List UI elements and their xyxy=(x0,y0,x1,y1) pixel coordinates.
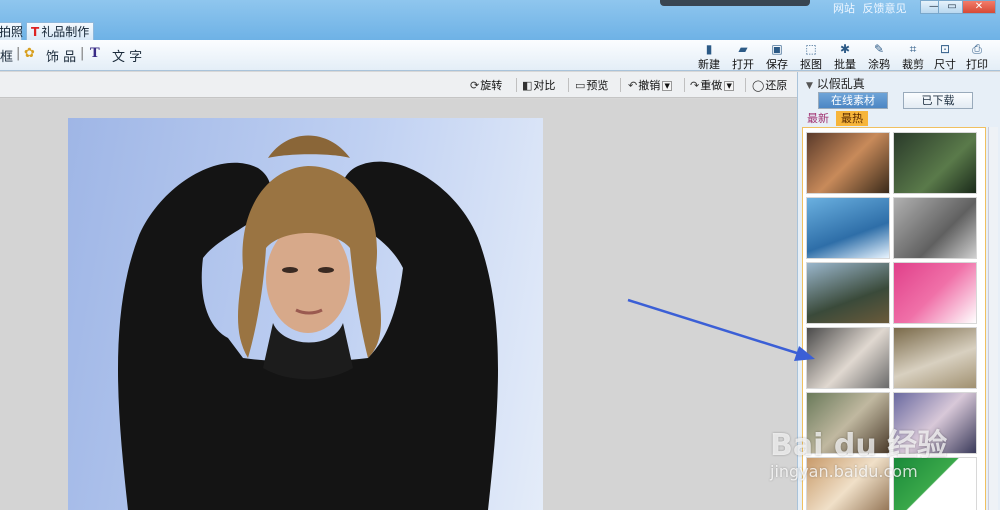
watermark-logo: Bai du 经验 xyxy=(770,428,948,463)
watermark-url: jingyan.baidu.com xyxy=(770,462,918,481)
